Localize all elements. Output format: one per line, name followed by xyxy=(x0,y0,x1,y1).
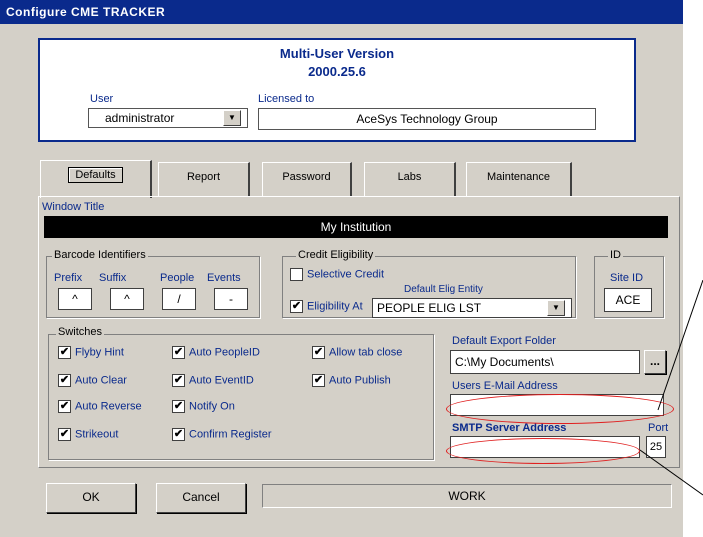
selective-credit-label: Selective Credit xyxy=(307,268,385,281)
build-text: 2000.25.6 xyxy=(308,64,366,79)
export-folder-row: C:\My Documents\ ... xyxy=(450,350,666,374)
prefix-label: Prefix xyxy=(54,272,83,284)
events-label: Events xyxy=(207,272,241,284)
switch-auto-clear[interactable]: ✔ Auto Clear xyxy=(58,374,127,387)
tab-maintenance-label: Maintenance xyxy=(480,169,557,185)
check-icon: ✔ xyxy=(58,400,71,413)
check-icon: ✔ xyxy=(312,374,325,387)
switch-auto-reverse[interactable]: ✔ Auto Reverse xyxy=(58,400,142,413)
default-elig-select[interactable]: PEOPLE ELIG LST ▼ xyxy=(372,298,572,318)
user-label: User xyxy=(90,93,114,105)
switch-label: Confirm Register xyxy=(189,428,272,441)
check-icon: ✔ xyxy=(58,428,71,441)
people-label: People xyxy=(160,272,195,284)
suffix-input[interactable]: ^ xyxy=(110,288,144,310)
switch-strikeout[interactable]: ✔ Strikeout xyxy=(58,428,118,441)
switches-group-title: Switches xyxy=(56,326,105,338)
switch-allow-tab-close[interactable]: ✔ Allow tab close xyxy=(312,346,402,359)
status-field: WORK xyxy=(262,484,672,508)
switch-auto-publish[interactable]: ✔ Auto Publish xyxy=(312,374,391,387)
ok-button[interactable]: OK xyxy=(46,483,136,513)
tab-report-label: Report xyxy=(179,169,228,185)
check-icon: ✔ xyxy=(172,400,185,413)
selective-credit-checkbox[interactable]: Selective Credit xyxy=(290,268,384,281)
check-icon: ✔ xyxy=(172,428,185,441)
check-icon: ✔ xyxy=(172,374,185,387)
prefix-input[interactable]: ^ xyxy=(58,288,92,310)
cancel-button[interactable]: Cancel xyxy=(156,483,246,513)
tab-password[interactable]: Password xyxy=(262,162,352,196)
people-input[interactable]: / xyxy=(162,288,196,310)
switch-label: Strikeout xyxy=(75,428,119,441)
switch-auto-eventid[interactable]: ✔ Auto EventID xyxy=(172,374,254,387)
user-select-value: administrator xyxy=(105,111,175,125)
default-elig-value: PEOPLE ELIG LST xyxy=(377,301,482,315)
tab-defaults-label: Defaults xyxy=(68,167,123,183)
window-title: Configure CME TRACKER xyxy=(0,0,683,24)
selective-credit-box xyxy=(290,268,303,281)
switch-notify-on[interactable]: ✔ Notify On xyxy=(172,400,235,413)
licensed-field: AceSys Technology Group xyxy=(258,108,596,130)
switch-confirm-register[interactable]: ✔ Confirm Register xyxy=(172,428,272,441)
id-group-title: ID xyxy=(608,249,623,261)
export-folder-input[interactable]: C:\My Documents\ xyxy=(450,350,640,374)
switch-label: Auto Publish xyxy=(329,374,391,387)
tab-password-label: Password xyxy=(275,169,338,185)
tab-maintenance[interactable]: Maintenance xyxy=(466,162,572,196)
tab-report[interactable]: Report xyxy=(158,162,250,196)
switch-auto-peopleid[interactable]: ✔ Auto PeopleID xyxy=(172,346,260,359)
header-panel: Multi-User Version 2000.25.6 User Licens… xyxy=(38,38,636,142)
licensed-label: Licensed to xyxy=(258,93,315,105)
switch-label: Auto EventID xyxy=(189,374,254,387)
switch-label: Auto Reverse xyxy=(75,400,142,413)
switch-flyby-hint[interactable]: ✔ Flyby Hint xyxy=(58,346,124,359)
default-elig-label: Default Elig Entity xyxy=(404,284,483,295)
user-select[interactable]: administrator ▼ xyxy=(88,108,248,128)
version-text: Multi-User Version xyxy=(279,46,395,61)
email-label: Users E-Mail Address xyxy=(452,380,558,392)
switch-label: Notify On xyxy=(189,400,235,413)
tab-labs[interactable]: Labs xyxy=(364,162,456,196)
export-folder-label: Default Export Folder xyxy=(452,335,556,347)
events-input[interactable]: - xyxy=(214,288,248,310)
barcode-group-title: Barcode Identifiers xyxy=(52,249,148,261)
switch-label: Auto PeopleID xyxy=(189,346,260,359)
window-title-field[interactable]: My Institution xyxy=(44,216,668,238)
switch-label: Flyby Hint xyxy=(75,346,124,359)
switch-label: Allow tab close xyxy=(329,346,403,359)
window-title-label: Window Title xyxy=(42,201,105,213)
eligibility-check-icon: ✔ xyxy=(290,300,303,313)
tab-defaults[interactable]: Defaults xyxy=(40,160,152,198)
smtp-highlight-ellipse xyxy=(446,438,640,464)
site-id-label: Site ID xyxy=(610,272,644,284)
credit-group-title: Credit Eligibility xyxy=(296,249,376,261)
dropdown-arrow-icon[interactable]: ▼ xyxy=(547,300,565,316)
check-icon: ✔ xyxy=(312,346,325,359)
eligibility-label: Eligibility At xyxy=(307,300,363,313)
dropdown-arrow-icon[interactable]: ▼ xyxy=(223,110,241,126)
check-icon: ✔ xyxy=(58,346,71,359)
switch-label: Auto Clear xyxy=(75,374,127,387)
eligibility-checkbox[interactable]: ✔ Eligibility At xyxy=(290,300,363,313)
check-icon: ✔ xyxy=(58,374,71,387)
suffix-label: Suffix xyxy=(99,272,127,284)
annotation-lines xyxy=(640,280,703,496)
check-icon: ✔ xyxy=(172,346,185,359)
annotation-line-upper xyxy=(657,280,703,411)
tab-labs-label: Labs xyxy=(390,169,429,185)
